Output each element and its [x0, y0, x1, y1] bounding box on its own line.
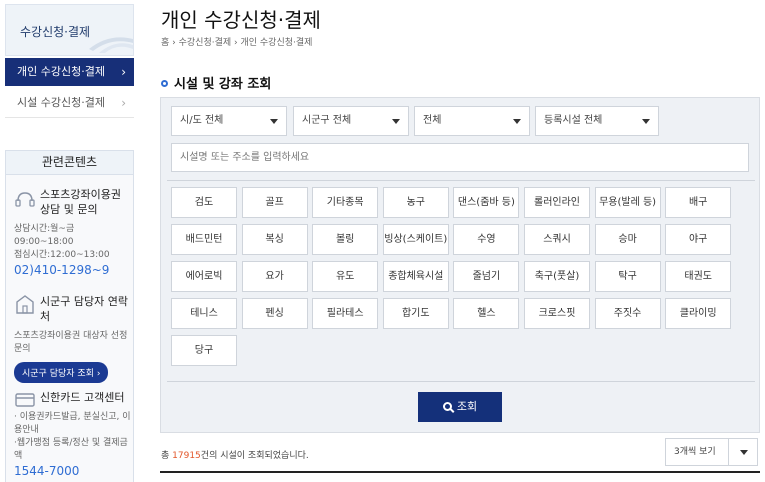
- sport-category-button[interactable]: 댄스(줌바 등): [453, 187, 520, 218]
- sport-category-button[interactable]: 골프: [241, 187, 308, 218]
- sport-category-button[interactable]: 필라테스: [312, 298, 379, 329]
- district-contact-button[interactable]: 시군구 담당자 조회 ›: [14, 362, 109, 383]
- sport-category-button[interactable]: 크로스핏: [524, 298, 590, 329]
- consultation-phone[interactable]: 02)410-1298~9: [14, 262, 132, 278]
- result-prefix: 총: [161, 451, 173, 461]
- search-icon: [442, 402, 452, 411]
- dropdown-caret-icon: [513, 119, 521, 124]
- consultation-block: 스포츠강좌이용권 상담 및 문의 상담시간:월~금 09:00~18:00 점심…: [14, 187, 132, 278]
- lunch-hours: 점심시간:12:00~13:00: [14, 250, 110, 260]
- district-contact-button-label: 시군구 담당자 조회: [22, 369, 94, 379]
- facility-select[interactable]: 등록시설 전체: [535, 106, 659, 136]
- card-center-desc2: ·웹가맹점 등록/정산 및 결제금액: [14, 438, 128, 461]
- sport-category-button[interactable]: 롤러인라인: [524, 187, 590, 218]
- headset-icon: [15, 192, 35, 207]
- card-center-desc1: · 이용권카드발급, 분실신고, 이용안내: [14, 412, 131, 435]
- category-select[interactable]: 전체: [414, 106, 530, 136]
- sport-category-button[interactable]: 줄넘기: [453, 261, 520, 292]
- sport-category-button[interactable]: 에어로빅: [171, 261, 237, 292]
- sport-category-button[interactable]: 합기도: [382, 298, 449, 329]
- divider: [167, 381, 755, 382]
- dropdown-caret-icon: [642, 119, 650, 124]
- sport-category-button[interactable]: 검도: [171, 187, 237, 218]
- result-summary: 총 17915건의 시설이 조회되었습니다.: [161, 448, 309, 461]
- sport-category-button[interactable]: 펜싱: [241, 298, 308, 329]
- district-contact-block: 시군구 담당자 연락처 스포츠강좌이용권 대상자 선정 문의 시군구 담당자 조…: [14, 291, 132, 383]
- sport-category-button[interactable]: 농구: [382, 187, 449, 218]
- card-center-phone[interactable]: 1544-7000: [14, 463, 132, 479]
- breadcrumb: 홈 › 수강신청·결제 › 개인 수강신청·결제: [161, 38, 313, 48]
- select-divider: [728, 439, 729, 465]
- sport-category-button[interactable]: 클라이밍: [665, 298, 732, 329]
- sport-category-button[interactable]: 태권도: [665, 261, 732, 292]
- chevron-right-icon: ›: [121, 65, 126, 79]
- category-select-value: 전체: [423, 115, 442, 126]
- result-suffix: 건의 시설이 조회되었습니다.: [200, 451, 309, 461]
- sport-category-button[interactable]: 배구: [665, 187, 732, 218]
- sido-select-value: 시/도 전체: [180, 115, 224, 126]
- sido-select[interactable]: 시/도 전체: [171, 106, 287, 136]
- consultation-hours: 상담시간:월~금 09:00~18:00: [14, 224, 75, 247]
- card-center-block: 신한카드 고객센터 · 이용권카드발급, 분실신고, 이용안내 ·웹가맹점 등록…: [14, 387, 132, 479]
- sport-category-button[interactable]: 종합체육시설: [382, 261, 449, 292]
- sport-category-button[interactable]: 요가: [241, 261, 308, 292]
- credit-card-icon: [15, 393, 35, 407]
- sport-category-button[interactable]: 승마: [594, 224, 661, 255]
- bullet-circle-icon: [161, 80, 168, 87]
- facility-select-value: 등록시설 전체: [544, 115, 603, 126]
- facility-search-input[interactable]: [171, 143, 749, 172]
- district-contact-desc: 스포츠강좌이용권 대상자 선정 문의: [14, 331, 128, 354]
- related-content-box: 관련콘텐츠 스포츠강좌이용권 상담 및 문의 상담시간:월~금 09:00~18…: [5, 150, 134, 482]
- chevron-right-icon: ›: [121, 96, 126, 110]
- sigungu-select[interactable]: 시군구 전체: [293, 106, 409, 136]
- view-count-value: 3개씩 보기: [674, 447, 716, 457]
- dropdown-caret-icon: [392, 119, 400, 124]
- sport-category-button[interactable]: 기타종목: [312, 187, 379, 218]
- divider: [167, 180, 755, 181]
- sport-category-button[interactable]: 당구: [171, 335, 237, 366]
- sport-category-button[interactable]: 테니스: [171, 298, 237, 329]
- sport-category-button[interactable]: 야구: [665, 224, 732, 255]
- sport-category-button[interactable]: 배드민턴: [171, 224, 237, 255]
- dropdown-caret-icon: [740, 450, 748, 455]
- sport-category-button[interactable]: 빙상(스케이트): [382, 224, 449, 255]
- sidebar-item-label: 시설 수강신청·결제: [17, 96, 105, 109]
- sidebar-item-facility-registration[interactable]: 시설 수강신청·결제 ›: [5, 90, 134, 118]
- sidebar-item-personal-registration[interactable]: 개인 수강신청·결제 ›: [5, 58, 134, 86]
- search-button-label: 조회: [456, 400, 478, 413]
- sport-category-button[interactable]: 무용(발레 등): [594, 187, 661, 218]
- sport-category-button[interactable]: 탁구: [594, 261, 661, 292]
- sport-category-button[interactable]: 유도: [312, 261, 379, 292]
- section-title-text: 시설 및 강좌 조회: [174, 77, 272, 92]
- sport-category-button[interactable]: 헬스: [453, 298, 520, 329]
- sidebar-title: 수강신청·결제: [20, 25, 91, 39]
- header-swoosh-decoration: [89, 37, 133, 53]
- search-button[interactable]: 조회: [418, 392, 502, 422]
- sport-category-button[interactable]: 스쿼시: [524, 224, 590, 255]
- related-content-heading: 관련콘텐츠: [6, 151, 133, 175]
- view-count-select[interactable]: 3개씩 보기: [665, 438, 758, 466]
- sport-category-button[interactable]: 복싱: [241, 224, 308, 255]
- sidebar-item-label: 개인 수강신청·결제: [17, 65, 105, 78]
- sidebar-header: 수강신청·결제: [5, 4, 134, 56]
- sport-category-button[interactable]: 주짓수: [594, 298, 661, 329]
- page-title: 개인 수강신청·결제: [161, 8, 321, 32]
- search-panel: 시/도 전체 시군구 전체 전체 등록시설 전체 검도골프기타종목농구댄스(줌바…: [160, 97, 760, 433]
- sidebar: 수강신청·결제 개인 수강신청·결제 › 시설 수강신청·결제 › 관련콘텐츠 …: [0, 0, 134, 482]
- building-icon: [16, 295, 34, 314]
- sport-category-button[interactable]: 수영: [453, 224, 520, 255]
- sigungu-select-value: 시군구 전체: [302, 115, 352, 126]
- list-top-rule: [160, 471, 760, 473]
- sport-category-button[interactable]: 축구(풋살): [524, 261, 590, 292]
- sport-category-button[interactable]: 볼링: [312, 224, 379, 255]
- dropdown-caret-icon: [270, 119, 278, 124]
- section-title: 시설 및 강좌 조회: [161, 73, 271, 92]
- result-count: 17915: [172, 451, 201, 461]
